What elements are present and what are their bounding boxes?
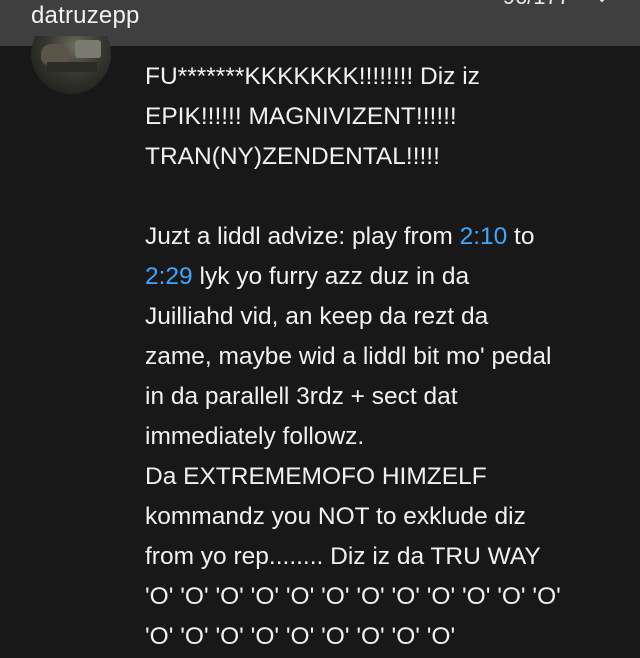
comment-text: lyk yo furry azz duz in da (192, 263, 470, 290)
comment-line: 'O' 'O' 'O' 'O' 'O' 'O' 'O' 'O' 'O' 'O' … (145, 583, 561, 610)
comment-line: 2:29 lyk yo furry azz duz in da (145, 257, 625, 297)
username[interactable]: datruzepp (31, 2, 140, 30)
chevron-down-icon[interactable] (594, 0, 610, 6)
comment-line: kommandz you NOT to exklude diz (145, 503, 526, 530)
comment-text: to (507, 223, 535, 250)
comment-line: zame, maybe wid a liddl bit mo' pedal (145, 343, 552, 370)
comment-line: in da parallell 3rdz + sect dat (145, 383, 458, 410)
comment-counter: 96/177 (503, 0, 570, 10)
comment-line: FU*******KKKKKKK!!!!!!!! Diz iz (145, 63, 480, 90)
comment-line: Da EXTREMEMOFO HIMZELF (145, 463, 487, 490)
comment-line: 'O' 'O' 'O' 'O' 'O' 'O' 'O' 'O' 'O' (145, 623, 456, 650)
comment-body: FU*******KKKKKKK!!!!!!!! Diz iz EPIK!!!!… (145, 57, 625, 657)
comment-line: immediately followz. (145, 423, 365, 450)
comment-text: Juzt a liddl advize: play from (145, 223, 460, 250)
comment-line: from yo rep........ Diz iz da TRU WAY (145, 543, 541, 570)
avatar[interactable] (31, 36, 111, 94)
timestamp-link[interactable]: 2:10 (460, 223, 508, 250)
timestamp-link[interactable]: 2:29 (145, 263, 193, 290)
comment-line: Juilliahd vid, an keep da rezt da (145, 303, 489, 330)
comment-line: TRAN(NY)ZENDENTAL!!!!! (145, 143, 440, 170)
comment-line: EPIK!!!!!! MAGNIVIZENT!!!!!! (145, 103, 457, 130)
comment-line: Juzt a liddl advize: play from 2:10 to (145, 217, 625, 257)
